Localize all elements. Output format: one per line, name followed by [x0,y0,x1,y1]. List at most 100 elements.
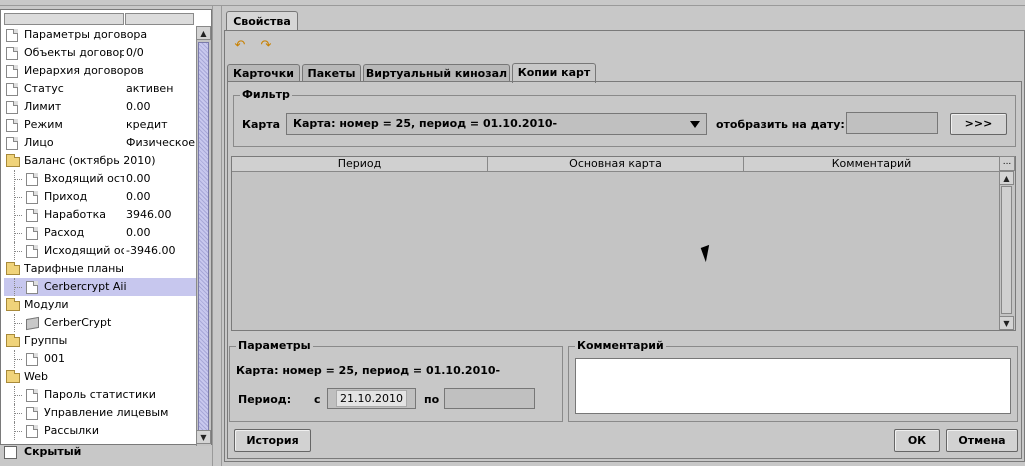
tree-item-label: Режим [24,118,63,131]
tree-item[interactable]: Тарифные планы [4,260,196,278]
tree-item-label: Параметры договора [24,28,148,41]
folder-icon [6,298,20,311]
ok-button[interactable]: ОК [894,429,940,452]
tree-item[interactable]: Группы [4,332,196,350]
tree-item[interactable]: Лицо Физическое [4,134,196,152]
tree-item[interactable]: Web [4,368,196,386]
tree-scroll-thumb[interactable] [198,42,209,432]
table-scroll-up-icon[interactable]: ▲ [999,171,1014,185]
card-select-value: Карта: номер = 25, период = 01.10.2010- [293,117,558,130]
tree-item-label: Тарифные планы [24,262,124,275]
table-scroll-down-icon[interactable]: ▼ [999,316,1014,330]
tree-column-header-2[interactable] [125,13,194,25]
tree-item[interactable]: Наработка 3946.00 [4,206,196,224]
tree-item-value: 0.00 [126,226,151,239]
tree-connector [14,314,15,332]
table-column-menu-button[interactable]: ... [999,156,1015,171]
comment-title: Комментарий [575,339,666,352]
tree-item[interactable]: Приход 0.00 [4,188,196,206]
tree-connector [14,359,22,360]
splitter[interactable] [212,6,222,466]
subtab[interactable]: Пакеты [302,64,361,82]
tree-connector [14,197,22,198]
hidden-checkbox[interactable] [4,446,17,459]
tree-item-label: Управление лицевым [44,406,169,419]
tree-scroll-up-icon[interactable]: ▲ [196,26,211,40]
tree-item-label: 001 [44,352,65,365]
tree-item-value: кредит [126,118,168,131]
tree-connector [14,188,15,206]
tree-item[interactable]: Объекты договора 0/0 [4,44,196,62]
tree-item[interactable]: Модули [4,296,196,314]
table-scroll-thumb[interactable] [1001,186,1012,314]
document-icon [26,191,38,204]
tree-connector [14,422,15,440]
redo-icon[interactable]: ↷ [258,38,274,54]
tree-item[interactable]: Режим кредит [4,116,196,134]
document-icon [6,101,18,114]
tree-scroll-down-icon[interactable]: ▼ [196,430,211,444]
tree-connector [14,404,15,422]
tab-properties[interactable]: Свойства [226,11,298,31]
tree-item-label: Пароль статистики [44,388,156,401]
tree-item[interactable]: Расход 0.00 [4,224,196,242]
subtab[interactable]: Карточки [227,64,300,82]
tree-item[interactable]: Входящий остаток0.00 [4,170,196,188]
tree-item[interactable]: Статус активен [4,80,196,98]
tree-item[interactable]: Cerbercrypt Aii [4,278,196,296]
contract-tree[interactable]: Параметры договора Объекты договора 0/0 Иер… [0,9,212,446]
tree-item[interactable]: Иерархия договоров [4,62,196,80]
tree-item-value: активен [126,82,174,95]
tree-item[interactable]: Рассылки [4,422,196,440]
tree-connector [14,233,22,234]
module-icon [26,316,39,331]
tree-item-value: 0/0 [126,46,144,59]
period-from-input[interactable]: 21.10.2010 [327,388,416,409]
tree-connector [14,395,22,396]
document-icon [26,173,38,186]
column-header-period[interactable]: Период [232,157,488,172]
tree-item-label: Объекты договора [24,46,124,59]
tree-connector [14,242,15,260]
apply-filter-button[interactable]: >>> [950,113,1007,135]
tree-item[interactable]: Исходящий остаток-3946.00 [4,242,196,260]
cancel-button[interactable]: Отмена [946,429,1018,452]
card-select[interactable]: Карта: номер = 25, период = 01.10.2010- [286,113,707,135]
document-icon [6,47,18,60]
tree-item[interactable]: CerberCrypt [4,314,196,332]
comment-textarea[interactable] [575,358,1011,414]
folder-icon [6,370,20,383]
subtab[interactable]: Виртуальный кинозал [363,64,510,82]
tree-column-header-1[interactable] [4,13,124,25]
chevron-down-icon [690,121,700,128]
period-from-label: с [314,393,321,406]
document-icon [26,281,38,294]
tree-connector [14,350,15,368]
tree-item[interactable]: Пароль статистики [4,386,196,404]
period-to-input[interactable] [444,388,535,409]
card-copies-table[interactable]: Период Основная карта Комментарий [231,156,1016,331]
tree-item-label: Исходящий остаток [44,244,124,257]
period-from-value: 21.10.2010 [336,390,407,407]
hidden-checkbox-label: Скрытый [24,445,82,458]
tree-item[interactable]: Лимит 0.00 [4,98,196,116]
parameters-card-text: Карта: номер = 25, период = 01.10.2010- [236,364,501,377]
subtab[interactable]: Копии карт [512,63,596,83]
tree-item-label: Группы [24,334,68,347]
column-header-main-card[interactable]: Основная карта [488,157,744,172]
history-button[interactable]: История [234,429,311,452]
tree-item-label: Наработка [44,208,107,221]
tree-item[interactable]: Управление лицевым [4,404,196,422]
undo-icon[interactable]: ↶ [232,38,248,54]
tree-item[interactable]: Параметры договора [4,26,196,44]
document-icon [26,353,38,366]
document-icon [6,119,18,132]
tree-connector [14,323,22,324]
folder-icon [6,154,20,167]
column-header-comment[interactable]: Комментарий [744,157,1000,172]
filter-title: Фильтр [240,88,292,101]
tree-item[interactable]: Баланс (октябрь 2010) [4,152,196,170]
tree-item[interactable]: 001 [4,350,196,368]
display-date-input[interactable] [846,112,938,134]
document-icon [26,407,38,420]
